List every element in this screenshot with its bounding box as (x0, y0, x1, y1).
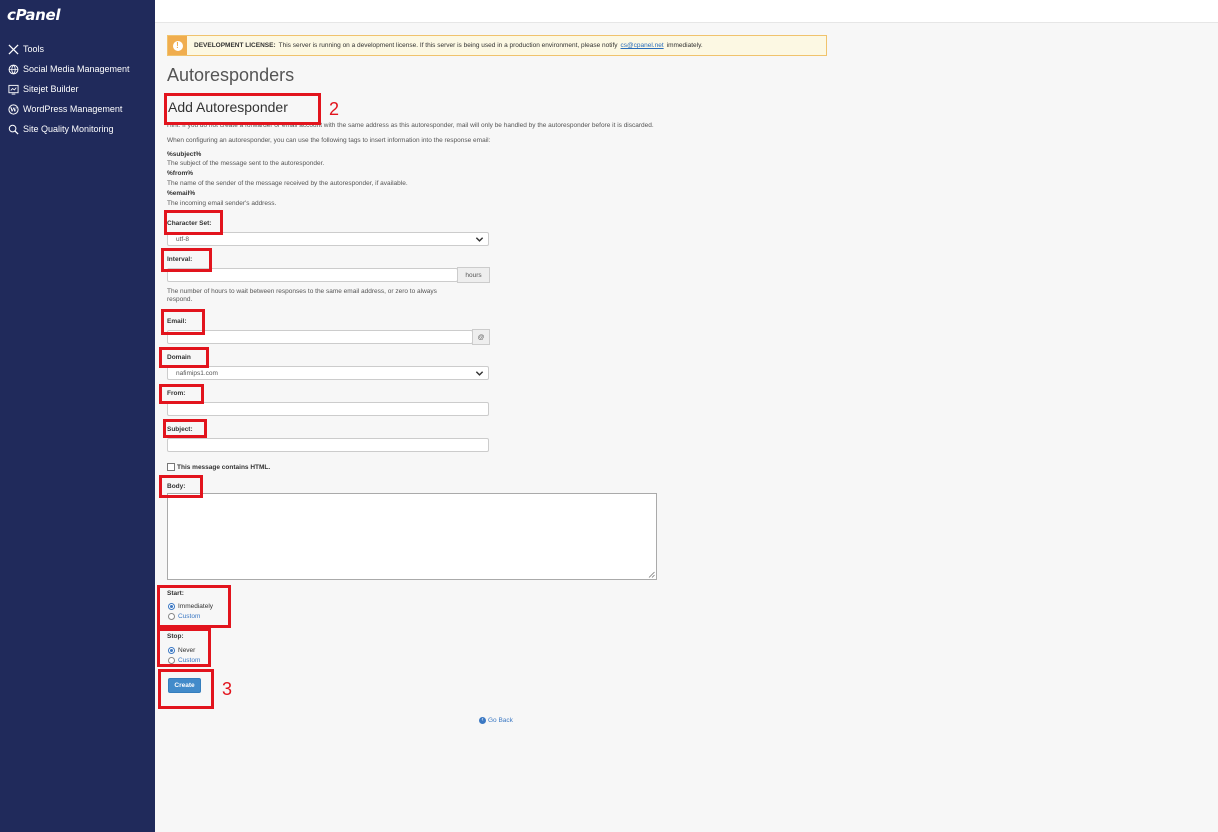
highlight-box-body (159, 475, 203, 498)
highlight-box-section-title (164, 93, 321, 125)
step-number-2: 2 (329, 99, 340, 119)
sidebar-item-social-media[interactable]: Social Media Management (0, 59, 155, 79)
resize-grip-icon[interactable] (648, 571, 655, 578)
tools-icon (7, 43, 19, 55)
email-input[interactable] (167, 330, 473, 344)
charset-value: utf-8 (176, 235, 190, 243)
interval-unit-addon: hours (457, 267, 490, 283)
wordpress-icon: W (7, 103, 19, 115)
chevron-down-icon (475, 237, 484, 242)
sidebar-item-label: Social Media Management (23, 64, 130, 74)
alert-title: DEVELOPMENT LICENSE: (194, 42, 276, 49)
sidebar-item-label: WordPress Management (23, 104, 123, 114)
page-title: Autoresponders (167, 65, 295, 85)
tag-email: %email% (167, 190, 196, 197)
highlight-box-create (158, 669, 214, 709)
intro-text: When configuring an autoresponder, you c… (167, 137, 491, 144)
sidebar-item-tools[interactable]: Tools (0, 39, 155, 59)
highlight-box-start (157, 585, 231, 628)
html-checkbox[interactable] (167, 463, 175, 471)
html-checkbox-row[interactable]: This message contains HTML. (167, 463, 270, 471)
sidebar-item-wordpress[interactable]: W WordPress Management (0, 99, 155, 119)
main-content: ! DEVELOPMENT LICENSE: This server is ru… (155, 23, 1218, 832)
sitejet-icon (7, 83, 19, 95)
interval-help-2: respond. (167, 296, 193, 303)
tag-from: %from% (167, 170, 194, 177)
top-bar (155, 0, 1218, 23)
chevron-down-icon (475, 371, 484, 376)
svg-text:W: W (9, 106, 17, 113)
highlight-box-charset (164, 210, 223, 235)
sidebar: cPanel Tools Social Media Management Sit… (0, 0, 155, 832)
interval-help: The number of hours to wait between resp… (167, 288, 437, 295)
sidebar-nav: Tools Social Media Management Sitejet Bu… (0, 39, 155, 139)
highlight-box-from (159, 384, 204, 404)
domain-value: nafimips1.com (176, 369, 218, 377)
tag-subject-desc: The subject of the message sent to the a… (167, 160, 325, 167)
sidebar-item-label: Tools (23, 44, 45, 54)
body-textarea[interactable] (167, 493, 657, 580)
alert-text: This server is running on a development … (278, 42, 618, 49)
from-input[interactable] (167, 402, 489, 416)
highlight-box-stop (157, 628, 211, 667)
highlight-box-interval (161, 248, 212, 272)
alert-email-link[interactable]: cs@cpanel.net (621, 42, 664, 49)
html-checkbox-label: This message contains HTML. (177, 463, 271, 471)
sidebar-item-label: Sitejet Builder (23, 84, 79, 94)
email-at-addon: @ (472, 329, 490, 345)
tag-from-desc: The name of the sender of the message re… (167, 180, 408, 187)
tag-subject: %subject% (167, 151, 202, 158)
globe-icon (7, 63, 19, 75)
highlight-box-domain (159, 347, 209, 368)
go-back-label: Go Back (488, 717, 513, 724)
sidebar-item-label: Site Quality Monitoring (23, 124, 114, 134)
development-license-alert: ! DEVELOPMENT LICENSE: This server is ru… (167, 35, 827, 56)
sidebar-item-site-quality[interactable]: Site Quality Monitoring (0, 119, 155, 139)
arrow-left-icon: ‹ (479, 717, 486, 724)
tag-email-desc: The incoming email sender's address. (167, 200, 277, 207)
cpanel-logo[interactable]: cPanel (7, 6, 61, 24)
go-back-link[interactable]: ‹ Go Back (479, 717, 513, 724)
highlight-box-email (161, 309, 205, 335)
highlight-box-subject (163, 419, 207, 438)
subject-input[interactable] (167, 438, 489, 452)
step-number-3: 3 (222, 679, 233, 699)
domain-select[interactable]: nafimips1.com (167, 366, 489, 380)
sidebar-item-sitejet[interactable]: Sitejet Builder (0, 79, 155, 99)
magnifier-icon (7, 123, 19, 135)
alert-text-after: immediately. (666, 42, 703, 49)
warning-icon: ! (168, 36, 187, 55)
